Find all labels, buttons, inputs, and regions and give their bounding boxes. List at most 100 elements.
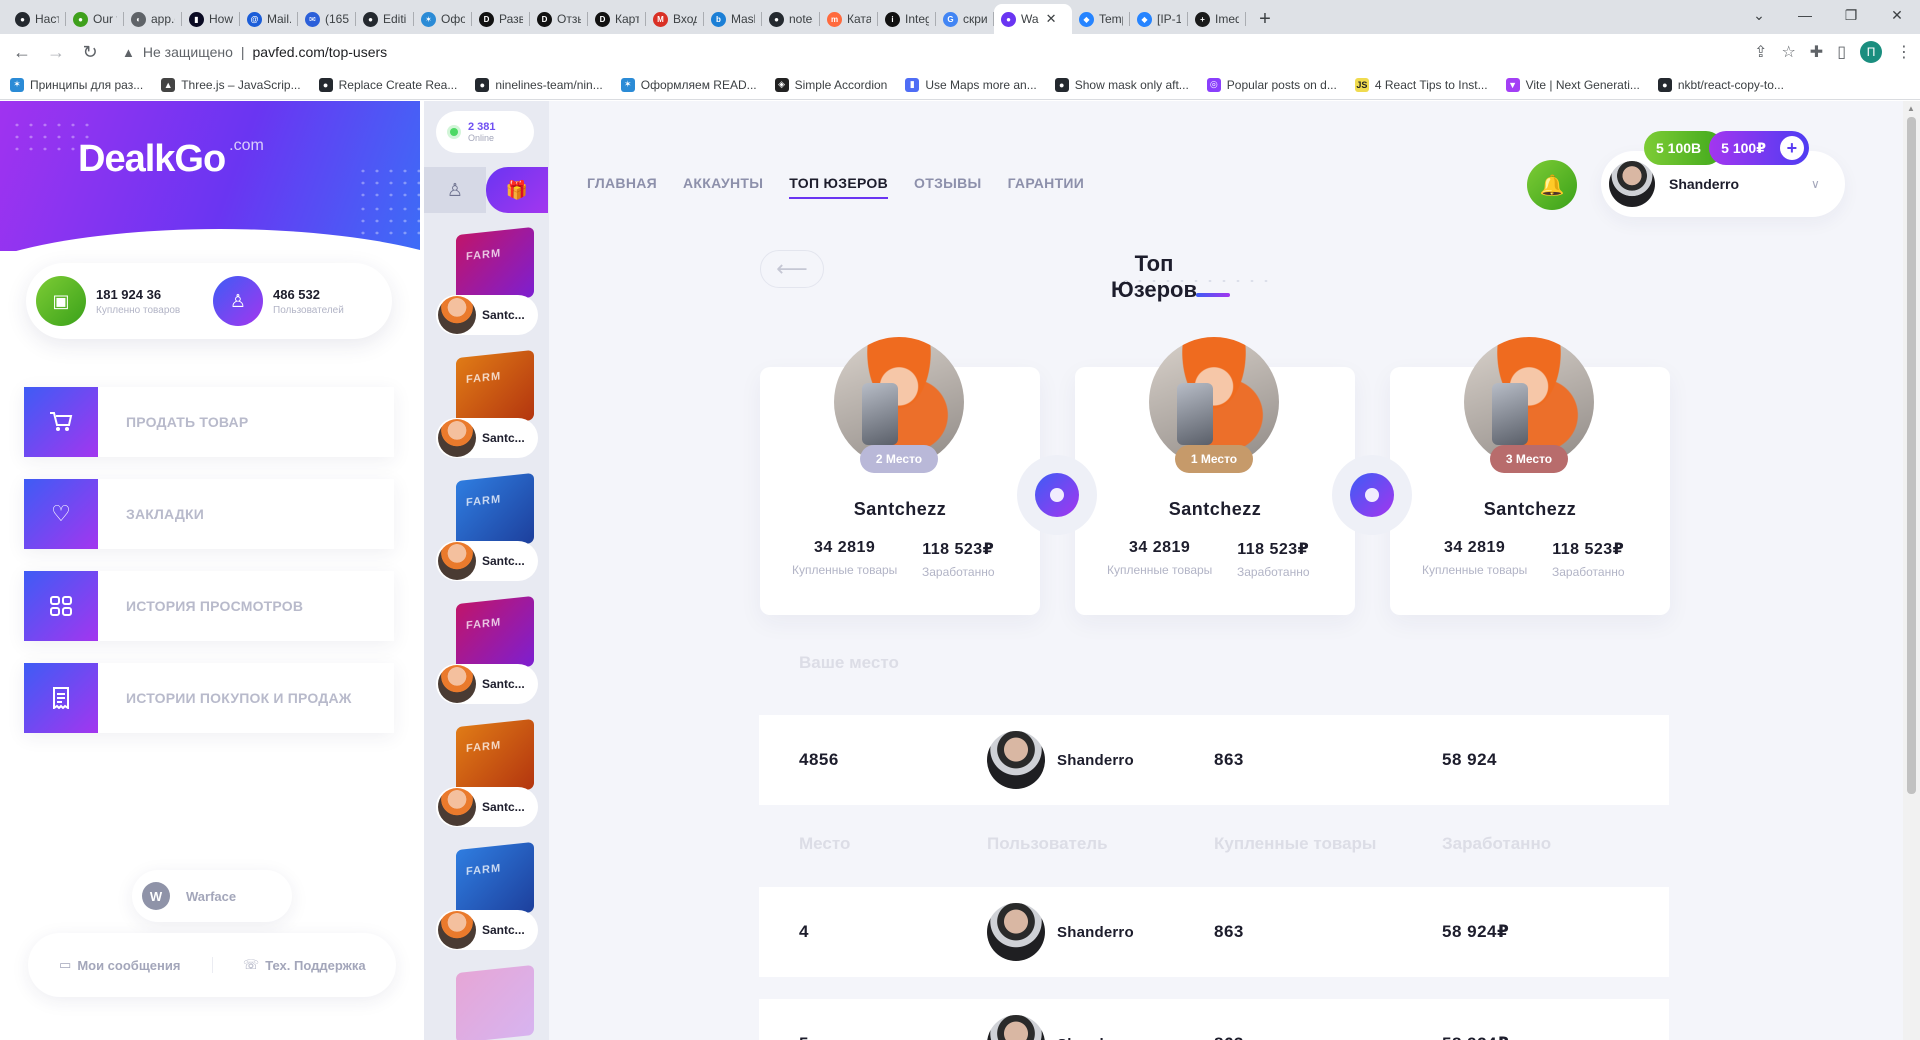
feed-user[interactable]: Santc... xyxy=(436,910,538,950)
url-input[interactable]: ▲ Не защищено | pavfed.com/top-users xyxy=(110,38,1748,66)
scroll-up-icon[interactable]: ▲ xyxy=(1907,104,1915,113)
browser-tab[interactable]: D Отзыв xyxy=(530,4,588,34)
new-tab-plus-icon[interactable]: + xyxy=(1250,4,1280,34)
podium-card[interactable]: 3 Место Santchezz 34 2819 Купленные товары 1… xyxy=(1390,337,1670,615)
bookmark-item[interactable]: ◎ Popular posts on d... xyxy=(1206,77,1337,92)
feed-user[interactable]: Santc... xyxy=(436,418,538,458)
messages-link[interactable]: ▭ Мои сообщения xyxy=(28,957,212,973)
back-arrow-icon[interactable]: ← xyxy=(8,38,36,66)
bookmark-item[interactable]: ● Replace Create Rea... xyxy=(318,77,457,92)
feed-user[interactable]: Santc... xyxy=(436,664,538,704)
security-label[interactable]: Не защищено xyxy=(143,44,233,60)
your-place-bought: 863 xyxy=(1214,750,1244,769)
your-place-user[interactable]: Shanderro xyxy=(987,731,1134,789)
feed-item[interactable]: FARM Santc... xyxy=(432,841,542,956)
browser-tab[interactable]: ● Настро xyxy=(8,4,66,34)
feed-user[interactable]: Santc... xyxy=(436,787,538,827)
sidepanel-icon[interactable]: ▯ xyxy=(1837,42,1846,62)
browser-tab[interactable]: ◆ [IP-138 xyxy=(1130,4,1188,34)
bookmark-item[interactable]: ● ninelines-team/nin... xyxy=(475,77,603,92)
restore-icon[interactable]: ❐ xyxy=(1828,0,1874,30)
bookmark-item[interactable]: ● Show mask only aft... xyxy=(1054,77,1189,92)
browser-tab[interactable]: ✉ (1658) xyxy=(298,4,356,34)
browser-tab[interactable]: i Integra xyxy=(878,4,936,34)
bookmark-item[interactable]: ● nkbt/react-copy-to... xyxy=(1657,77,1784,92)
feed-tab-users[interactable]: ♙ xyxy=(424,167,486,213)
scrollbar-thumb[interactable] xyxy=(1907,117,1916,794)
reload-icon[interactable]: ↻ xyxy=(76,38,104,66)
profile-avatar[interactable]: П xyxy=(1860,41,1882,63)
row-user[interactable]: Shanderro xyxy=(987,1015,1134,1040)
feed-user[interactable]: Santc... xyxy=(436,541,538,581)
table-row[interactable]: 5 Shanderro 863 58 924₽ xyxy=(759,999,1669,1040)
browser-tab[interactable]: m Катало xyxy=(820,4,878,34)
forward-arrow-icon[interactable]: → xyxy=(42,38,70,66)
podium-card[interactable]: 2 Место Santchezz 34 2819 Купленные товары 1… xyxy=(760,337,1040,615)
feed-user[interactable]: Santc... xyxy=(436,295,538,335)
bookmark-item[interactable]: ▮ Use Maps more an... xyxy=(905,77,1037,92)
table-row[interactable]: 4 Shanderro 863 58 924₽ xyxy=(759,887,1669,977)
browser-tab[interactable]: ● Our far xyxy=(66,4,124,34)
browser-tab[interactable]: ✶ Оформ xyxy=(414,4,472,34)
bookmark-item[interactable]: ✶ Оформляем READ... xyxy=(620,77,757,92)
browser-tab[interactable]: + Imedia xyxy=(1188,4,1246,34)
browser-tab[interactable]: Gскрин xyxy=(936,4,994,34)
game-selector[interactable]: W Warface xyxy=(132,870,292,922)
podium-card[interactable]: 1 Место Santchezz 34 2819 Купленные товары 1… xyxy=(1075,337,1355,615)
feed-item[interactable] xyxy=(432,964,542,1040)
browser-tab[interactable]: b Mask-c xyxy=(704,4,762,34)
browser-tab[interactable]: ▮ How to xyxy=(182,4,240,34)
balance-r[interactable]: 5 100₽ + xyxy=(1709,131,1809,165)
feed-tab-gifts[interactable]: 🎁 xyxy=(486,167,548,213)
close-icon[interactable]: ✕ xyxy=(1046,11,1057,27)
nav-guarantees[interactable]: ГАРАНТИИ xyxy=(1008,175,1085,199)
nav-home[interactable]: ГЛАВНАЯ xyxy=(587,175,657,199)
window-close-icon[interactable]: ✕ xyxy=(1874,0,1920,30)
browser-tab-active[interactable]: ● Wa ✕ xyxy=(994,4,1072,34)
row-user[interactable]: Shanderro xyxy=(987,903,1134,961)
feed-item[interactable]: FARM Santc... xyxy=(432,226,542,341)
feed-item[interactable]: FARM Santc... xyxy=(432,349,542,464)
support-link[interactable]: ☏ Тех. Поддержка xyxy=(211,957,397,973)
warning-icon[interactable]: ▲ xyxy=(122,45,135,60)
url-text[interactable]: pavfed.com/top-users xyxy=(253,44,388,60)
feed-item[interactable]: FARM Santc... xyxy=(432,472,542,587)
tab-label: Отзыв xyxy=(557,12,581,26)
share-icon[interactable]: ⇪ xyxy=(1754,42,1767,62)
nav-accounts[interactable]: АККАУНТЫ xyxy=(683,175,763,199)
bookmark-favicon-icon: JS xyxy=(1354,77,1369,92)
plus-icon[interactable]: + xyxy=(1779,136,1804,160)
tab-search-icon[interactable]: ⌄ xyxy=(1736,0,1782,30)
browser-tab[interactable]: ◆ Tempo xyxy=(1072,4,1130,34)
bookmark-item[interactable]: ✶ Принципы для раз... xyxy=(10,77,143,92)
menu-history-item[interactable]: ИСТОРИЯ ПРОСМОТРОВ xyxy=(24,571,394,641)
minimize-icon[interactable]: — xyxy=(1782,0,1828,30)
browser-tab[interactable]: D Развод xyxy=(472,4,530,34)
extensions-icon[interactable]: ✚ xyxy=(1810,42,1823,62)
browser-tab[interactable]: ◐ app.dat xyxy=(124,4,182,34)
browser-tab[interactable]: ● notes/s xyxy=(762,4,820,34)
notifications-button[interactable]: 🔔 xyxy=(1527,160,1577,210)
nav-reviews[interactable]: ОТЗЫВЫ xyxy=(914,175,982,199)
browser-tab[interactable]: D Карточ xyxy=(588,4,646,34)
menu-history-label: ИСТОРИЯ ПРОСМОТРОВ xyxy=(126,598,304,614)
feed-item[interactable]: FARM Santc... xyxy=(432,595,542,710)
menu-bookmarks-item[interactable]: ♡ ЗАКЛАДКИ xyxy=(24,479,394,549)
bookmark-item[interactable]: JS 4 React Tips to Inst... xyxy=(1354,77,1488,92)
chevron-down-icon[interactable]: ∨ xyxy=(1811,177,1820,191)
scrollbar[interactable]: ▲ xyxy=(1903,101,1920,1040)
browser-tab[interactable]: M Входящ xyxy=(646,4,704,34)
bookmark-item[interactable]: ▲ Three.js – JavaScrip... xyxy=(161,77,301,92)
star-icon[interactable]: ☆ xyxy=(1781,42,1795,62)
menu-purchases-item[interactable]: ИСТОРИИ ПОКУПОК И ПРОДАЖ xyxy=(24,663,394,733)
menu-dots-icon[interactable]: ⋮ xyxy=(1896,42,1912,62)
feed-item[interactable]: FARM Santc... xyxy=(432,718,542,833)
bookmark-item[interactable]: ◈ Simple Accordion xyxy=(774,77,887,92)
bookmark-item[interactable]: ▼ Vite | Next Generati... xyxy=(1505,77,1640,92)
logo[interactable]: DealkGo .com xyxy=(78,137,264,181)
browser-tab[interactable]: @ Mail.ru xyxy=(240,4,298,34)
menu-sell-item[interactable]: ПРОДАТЬ ТОВАР xyxy=(24,387,394,457)
browser-tab[interactable]: ● Editing xyxy=(356,4,414,34)
back-button[interactable]: ⟵ xyxy=(760,250,824,288)
nav-top-users[interactable]: ТОП ЮЗЕРОВ xyxy=(789,175,889,199)
